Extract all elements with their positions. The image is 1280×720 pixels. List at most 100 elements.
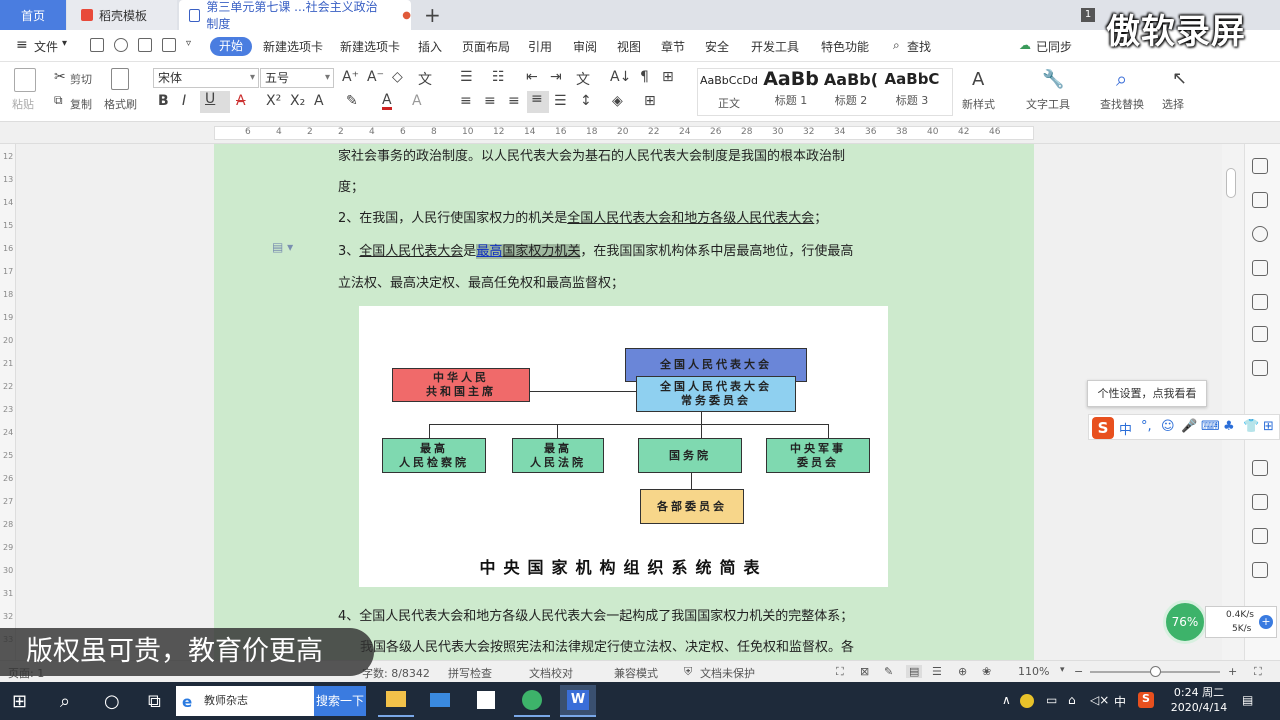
zoom-chevron-icon[interactable]: ▾ — [1060, 665, 1065, 675]
eye-protect-icon[interactable]: ❀ — [982, 665, 991, 678]
pen-mode-icon[interactable]: ✎ — [884, 665, 893, 678]
share-icon[interactable] — [1252, 460, 1268, 476]
increase-indent-icon[interactable]: ⇥ — [550, 69, 562, 85]
menu-search[interactable]: 查找 — [907, 38, 931, 55]
menu-insert[interactable]: 插入 — [418, 38, 442, 55]
menu-chapter[interactable]: 章节 — [661, 38, 685, 55]
org-chart-image[interactable]: 全国人民代表大会 全国人民代表大会 常务委员会 中华人民 共和国主席 最高 人民… — [359, 306, 888, 587]
web-view-icon[interactable]: ⊕ — [958, 665, 967, 678]
table-tools-icon[interactable]: ⊞ — [662, 69, 674, 85]
wrench-icon[interactable]: 🔧 — [1042, 69, 1064, 90]
browser-search-input[interactable]: 教师杂志 — [176, 686, 314, 716]
punct-icon[interactable]: °, — [1141, 419, 1152, 434]
align-left-icon[interactable]: ≡ — [460, 93, 472, 109]
align-right-icon[interactable]: ≡ — [508, 93, 520, 109]
style-heading-3[interactable]: AaBbC 标题 3 — [882, 68, 942, 108]
taskbar-ime[interactable]: 中 — [1114, 693, 1126, 710]
menu-developer[interactable]: 开发工具 — [751, 38, 799, 55]
text-tools-button[interactable]: 文字工具 — [1026, 96, 1070, 112]
taskbar-clock[interactable]: 0:24 周二 2020/4/14 — [1168, 685, 1230, 715]
zoom-slider-thumb[interactable] — [1150, 666, 1161, 677]
taskbar-search-icon[interactable]: ⌕ — [60, 691, 70, 712]
network-icon[interactable]: ⌂ — [1068, 693, 1076, 707]
page-view-icon[interactable]: ▤ — [906, 665, 923, 678]
horizontal-ruler[interactable]: 6 4 2 2 4 6 8 10 12 14 16 18 20 22 24 26 28 30 32 34 36 38 40 4… — [0, 122, 1280, 144]
sync-status[interactable]: 已同步 — [1036, 38, 1072, 55]
italic-icon[interactable]: I — [182, 93, 186, 109]
menu-file[interactable]: 文件 — [34, 38, 58, 55]
show-marks-icon[interactable]: ¶ — [640, 69, 649, 85]
preview-icon[interactable] — [162, 38, 176, 52]
borders-icon[interactable]: ⊞ — [644, 93, 656, 109]
location-icon[interactable] — [1252, 226, 1268, 242]
decrease-indent-icon[interactable]: ⇤ — [526, 69, 538, 85]
speed-widget[interactable]: 76% — [1163, 600, 1207, 644]
format-painter-icon[interactable] — [111, 68, 129, 90]
copy-button[interactable]: 复制 — [70, 96, 92, 112]
volume-icon[interactable]: ◁× — [1090, 693, 1109, 707]
shading-icon[interactable]: ◈ — [612, 93, 623, 109]
grid-menu-icon[interactable]: ⊞ — [1263, 419, 1274, 434]
task-view-icon[interactable]: ⧉ — [148, 691, 161, 712]
subscript-icon[interactable]: X₂ — [290, 93, 305, 109]
find-replace-icon[interactable]: ⌕ — [1116, 67, 1127, 91]
expand-icon[interactable]: ⛶ — [1254, 665, 1262, 679]
search-icon[interactable]: ⌕ — [893, 38, 900, 53]
copy-icon[interactable]: ⧉ — [54, 93, 63, 108]
mic-icon[interactable]: 🎤 — [1181, 419, 1197, 434]
find-replace-button[interactable]: 查找替换 — [1100, 96, 1144, 112]
menu-page-layout[interactable]: 页面布局 — [462, 38, 510, 55]
emoji-icon[interactable]: ☺ — [1161, 419, 1175, 434]
image-icon[interactable] — [1252, 562, 1268, 578]
window-count-badge[interactable]: 1 — [1081, 8, 1095, 22]
outline-view-icon[interactable]: ☰ — [932, 665, 942, 678]
sort-icon[interactable]: A↓ — [610, 69, 631, 85]
shapes-icon[interactable] — [1252, 260, 1268, 276]
taskbar-wps-writer[interactable]: W — [560, 685, 596, 717]
apps-icon[interactable] — [1252, 326, 1268, 342]
eraser-icon[interactable] — [1252, 294, 1268, 310]
menu-references[interactable]: 引用 — [528, 38, 552, 55]
menu-new-tab-1[interactable]: 新建选项卡 — [263, 38, 323, 55]
box-icon[interactable] — [1252, 528, 1268, 544]
font-name-select[interactable]: 宋体 — [153, 68, 259, 88]
tab-home[interactable]: 首页 — [0, 0, 66, 30]
toolbox-icon[interactable]: ♣ — [1223, 419, 1235, 434]
paragraph-handle-icon[interactable]: ▤ ▾ — [272, 240, 293, 254]
cursor-select-icon[interactable]: ↖ — [1172, 68, 1187, 89]
chart-icon[interactable] — [1252, 360, 1268, 376]
vertical-ruler[interactable]: 12 13 14 15 16 17 18 19 20 21 22 23 24 25 26 27 28 29 30 31… — [0, 144, 16, 660]
proofread-button[interactable]: 文档校对 — [529, 665, 573, 681]
paste-label[interactable]: 粘贴 — [12, 96, 34, 112]
spell-check-button[interactable]: 拼写检查 — [448, 665, 492, 681]
cut-button[interactable]: 剪切 — [70, 71, 92, 87]
ime-tip-tooltip[interactable]: 个性设置，点我看看 — [1087, 380, 1207, 407]
new-tab-button[interactable]: + — [424, 3, 441, 27]
doc-protect-status[interactable]: 文档未保护 — [700, 665, 755, 681]
taskbar-explorer[interactable] — [378, 685, 414, 717]
scissors-icon[interactable]: ✂ — [54, 69, 66, 85]
zoom-out-icon[interactable]: − — [1074, 665, 1083, 678]
menu-review[interactable]: 审阅 — [573, 38, 597, 55]
strikethrough-icon[interactable]: A — [236, 93, 246, 109]
menu-start[interactable]: 开始 — [210, 37, 252, 56]
print-icon[interactable] — [138, 38, 152, 52]
pointer-icon[interactable] — [1252, 192, 1268, 208]
translate-icon[interactable] — [1252, 494, 1268, 510]
windows-start-icon[interactable]: ⊞ — [12, 691, 27, 712]
menu-view[interactable]: 视图 — [617, 38, 641, 55]
select-button[interactable]: 选择 — [1162, 96, 1184, 112]
vertical-scrollbar-thumb[interactable] — [1226, 168, 1236, 198]
grow-font-icon[interactable]: A⁺ — [342, 69, 359, 85]
browser-search-button[interactable]: 搜索一下 — [314, 686, 366, 716]
tray-app-icon[interactable] — [1020, 694, 1034, 708]
taskbar-store[interactable] — [468, 685, 504, 717]
highlight-icon[interactable]: ✎ — [346, 93, 358, 109]
superscript-icon[interactable]: X² — [266, 93, 281, 109]
font-color-icon[interactable]: A — [382, 93, 392, 110]
hamburger-icon[interactable]: ≡ — [16, 37, 28, 53]
taskbar-browser[interactable] — [514, 685, 550, 717]
format-painter-button[interactable]: 格式刷 — [104, 96, 137, 112]
plus-icon[interactable]: + — [1259, 615, 1273, 629]
tab-template[interactable]: 稻壳模板 — [67, 0, 177, 30]
